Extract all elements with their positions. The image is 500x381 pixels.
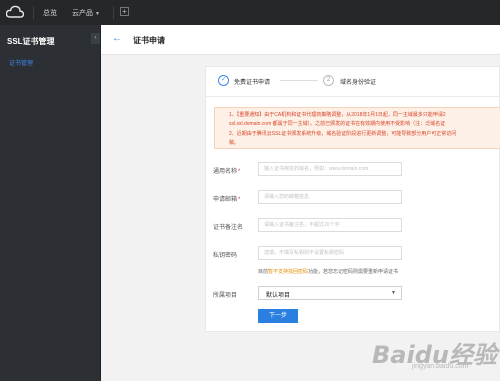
step-connector [280,80,318,81]
email-input[interactable] [258,190,402,204]
step-2-label: 域名身份验证 [340,80,377,86]
notice-line: 稿。 [229,140,240,146]
email-label: 申请邮箱* [213,194,240,203]
page-title: 证书申请 [133,36,165,45]
email-label-text: 申请邮箱 [213,197,238,203]
back-arrow-icon[interactable]: ← [112,34,122,44]
topbar-divider [113,6,114,19]
notice-line: 2、近期由于腾讯云SSL证书颁发系统升级，域名验证阶段进行更新调整，可能导致部分… [229,131,457,137]
hint-suffix: 功能，若您忘记密码则需要重新申请证书 [308,269,399,275]
hint-prefix: 目前 [258,269,269,275]
password-hint: 目前暂不支持找回密码功能，若您忘记密码则需要重新申请证书 [258,268,398,275]
sidebar-item-certificate-management[interactable]: 证书管理 [9,58,33,67]
private-key-password-input[interactable] [258,246,402,260]
baidu-jingyan-watermark: Baidu经验 jingyan.baidu.com [372,331,497,375]
password-recovery-notice: 暂不支持找回密码 [268,269,309,275]
sidebar-title: SSL证书管理 [7,37,55,46]
remark-input[interactable] [258,218,402,232]
domain-label-text: 通用名称 [213,169,238,175]
notice-line: ssl.ssl.domain.com 都属于同一主域）。之前已颁发的证书在有效期… [229,121,446,127]
nav-products-label: 云产品 [72,10,93,17]
chevron-down-icon: ▼ [391,290,396,296]
sidebar-divider [100,25,101,381]
private-key-password-label: 私钥密码 [213,253,238,259]
project-select[interactable]: 默认项目 ▼ [258,286,402,300]
chevron-down-icon: ▼ [95,11,100,17]
remark-label: 证书备注名 [213,225,244,231]
cloud-logo-icon[interactable] [6,5,24,19]
collapse-sidebar-icon[interactable]: ‹ [91,33,100,44]
add-shortcut-button[interactable]: + [120,7,129,16]
next-step-button[interactable]: 下一步 [258,309,298,323]
step-1-label: 免费证书申请 [234,80,271,86]
step-2-number: 2 [323,75,334,86]
step-indicator: ✓ 免费证书申请 2 域名身份验证 [206,67,500,97]
project-select-value: 默认项目 [266,293,291,299]
topbar-divider [33,6,34,19]
important-notice-box: 1、【重要通知】由于CA机构和证书代理商策略调整，从2018年1月1日起，同一主… [214,107,500,149]
domain-input[interactable] [258,162,402,176]
top-navigation-bar: 总览 云产品 ▼ + [0,0,500,25]
page-header: ← 证书申请 [101,25,500,55]
watermark-url: jingyan.baidu.com [412,363,469,370]
required-marker: * [238,169,241,175]
step-1-check-icon: ✓ [218,75,229,86]
nav-products[interactable]: 云产品 ▼ [72,8,100,18]
domain-label: 通用名称* [213,166,240,175]
nav-overview[interactable]: 总览 [43,8,57,18]
project-label: 所属项目 [213,293,238,299]
sidebar: SSL证书管理 ‹ 证书管理 [0,25,100,381]
required-marker: * [238,197,241,203]
notice-line: 1、【重要通知】由于CA机构和证书代理商策略调整，从2018年1月1日起，同一主… [229,112,446,118]
